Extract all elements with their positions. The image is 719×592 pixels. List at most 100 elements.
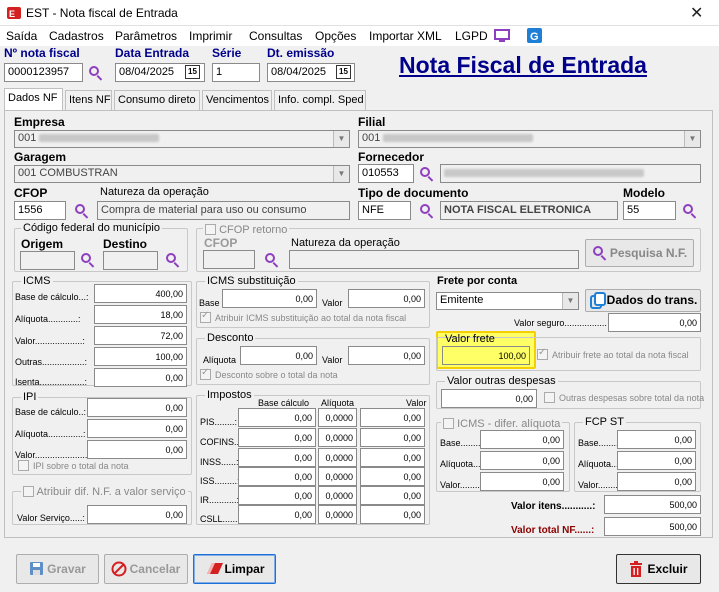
icms-dif-base-input[interactable]: 0,00 — [480, 430, 564, 449]
tab-consumo-direto[interactable]: Consumo direto — [114, 90, 200, 110]
icms-isenta-input[interactable]: 0,00 — [94, 368, 187, 387]
tab-dados-nf[interactable]: Dados NF — [4, 88, 63, 110]
pis-valor-input[interactable]: 0,00 — [360, 408, 425, 427]
menu-cadastros[interactable]: Cadastros — [49, 29, 104, 43]
cofins-valor-input[interactable]: 0,00 — [360, 428, 425, 447]
outras-despesas-checkbox[interactable] — [544, 392, 555, 403]
municipio-title: Código federal do município — [21, 222, 162, 234]
menu-importar-xml[interactable]: Importar XML — [369, 29, 442, 43]
iss-aliquota-input[interactable]: 0,0000 — [318, 467, 357, 486]
iss-base-input[interactable]: 0,00 — [238, 467, 316, 486]
search-icon[interactable] — [419, 203, 435, 219]
valor-frete-input[interactable]: 100,00 — [442, 346, 530, 365]
search-icon[interactable] — [80, 252, 96, 268]
gravar-button[interactable]: Gravar — [16, 554, 99, 584]
cfop-retorno-title: CFOP retorno — [203, 222, 290, 236]
search-icon[interactable] — [419, 166, 435, 182]
fcp-valor-input[interactable]: 0,00 — [617, 472, 696, 491]
tab-vencimentos[interactable]: Vencimentos — [202, 90, 272, 110]
ipi-valor-input[interactable]: 0,00 — [87, 440, 187, 459]
search-icon[interactable] — [74, 203, 90, 219]
modelo-input[interactable]: 55 — [623, 201, 676, 220]
iss-valor-input[interactable]: 0,00 — [360, 467, 425, 486]
cfop-retorno-checkbox[interactable] — [205, 224, 216, 235]
menu-opcoes[interactable]: Opções — [315, 29, 356, 43]
nota-input[interactable]: 0000123957 — [4, 63, 83, 82]
chevron-down-icon[interactable]: ▼ — [333, 166, 349, 182]
icms-valor-input[interactable]: 72,00 — [94, 326, 187, 345]
search-icon[interactable] — [165, 252, 181, 268]
inss-valor-input[interactable]: 0,00 — [360, 448, 425, 467]
empresa-select[interactable]: 001 ▼ — [14, 130, 350, 148]
menu-lgpd[interactable]: LGPD — [455, 29, 488, 43]
g-app-icon[interactable]: G — [527, 28, 542, 46]
pis-aliquota-input[interactable]: 0,0000 — [318, 408, 357, 427]
frete-checkbox[interactable] — [537, 347, 548, 360]
icms-outras-input[interactable]: 100,00 — [94, 347, 187, 366]
excluir-button[interactable]: Excluir — [616, 554, 701, 584]
inss-aliquota-input[interactable]: 0,0000 — [318, 448, 357, 467]
chevron-down-icon[interactable]: ▼ — [562, 293, 578, 309]
frete-select[interactable]: Emitente ▼ — [436, 292, 579, 310]
cancelar-label: Cancelar — [129, 562, 181, 576]
pesquisa-nf-button[interactable]: Pesquisa N.F. — [585, 239, 694, 267]
icms-st-valor-input[interactable]: 0,00 — [348, 289, 425, 308]
icms-base-input[interactable]: 400,00 — [94, 284, 187, 303]
ipi-base-input[interactable]: 0,00 — [87, 398, 187, 417]
valor-servico-label: Valor Serviço.....: — [17, 513, 85, 523]
search-icon[interactable] — [682, 203, 698, 219]
ir-aliquota-input[interactable]: 0,0000 — [318, 486, 357, 505]
icms-dif-valor-input[interactable]: 0,00 — [480, 472, 564, 491]
monitor-icon[interactable] — [494, 29, 510, 46]
outras-despesas-input[interactable]: 0,00 — [441, 389, 537, 408]
tab-info-compl-sped[interactable]: Info. compl. Sped — [274, 90, 366, 110]
icms-dif-aliquota-input[interactable]: 0,00 — [480, 451, 564, 470]
calendar-icon[interactable]: 15 — [336, 65, 351, 79]
icms-dif-checkbox[interactable] — [443, 418, 454, 429]
pis-base-input[interactable]: 0,00 — [238, 408, 316, 427]
ir-base-input[interactable]: 0,00 — [238, 486, 316, 505]
limpar-button[interactable]: Limpar — [193, 554, 276, 584]
cofins-aliquota-input[interactable]: 0,0000 — [318, 428, 357, 447]
tipo-doc-input[interactable]: NFE — [358, 201, 411, 220]
icms-st-checkbox[interactable] — [200, 310, 211, 323]
valor-servico-input[interactable]: 0,00 — [87, 505, 187, 524]
close-icon[interactable]: ✕ — [690, 3, 703, 23]
dados-trans-button[interactable]: Dados do trans. — [585, 289, 701, 312]
outras-check-label: Outras despesas sobre total da nota — [559, 393, 705, 403]
csll-valor-input[interactable]: 0,00 — [360, 505, 425, 524]
valor-seguro-input[interactable]: 0,00 — [608, 313, 701, 332]
icms-st-base-input[interactable]: 0,00 — [222, 289, 317, 308]
desconto-aliquota-input[interactable]: 0,00 — [240, 346, 317, 365]
cancelar-button[interactable]: Cancelar — [104, 554, 188, 584]
fcp-aliquota-input[interactable]: 0,00 — [617, 451, 696, 470]
inss-base-input[interactable]: 0,00 — [238, 448, 316, 467]
ipi-checkbox[interactable] — [18, 460, 29, 471]
calendar-icon[interactable]: 15 — [185, 65, 200, 79]
csll-aliquota-input[interactable]: 0,0000 — [318, 505, 357, 524]
filial-select[interactable]: 001 ▼ — [358, 130, 701, 148]
menu-saida[interactable]: Saída — [6, 29, 37, 43]
tab-itens-nf[interactable]: Itens NF — [65, 90, 112, 110]
ipi-aliquota-input[interactable]: 0,00 — [87, 419, 187, 438]
garagem-select[interactable]: 001 COMBUSTRAN ▼ — [14, 165, 350, 183]
chevron-down-icon[interactable]: ▼ — [684, 131, 700, 147]
desconto-valor-input[interactable]: 0,00 — [348, 346, 425, 365]
fornecedor-input[interactable]: 010553 — [358, 164, 414, 183]
fornecedor-label: Fornecedor — [358, 150, 425, 164]
search-icon[interactable] — [264, 252, 280, 268]
csll-base-input[interactable]: 0,00 — [238, 505, 316, 524]
cofins-base-input[interactable]: 0,00 — [238, 428, 316, 447]
serie-input[interactable]: 1 — [212, 63, 260, 82]
menu-imprimir[interactable]: Imprimir — [189, 29, 232, 43]
fcp-base-input[interactable]: 0,00 — [617, 430, 696, 449]
menu-parametros[interactable]: Parâmetros — [115, 29, 177, 43]
menu-consultas[interactable]: Consultas — [249, 29, 302, 43]
search-icon[interactable] — [88, 65, 104, 81]
icms-aliquota-input[interactable]: 18,00 — [94, 305, 187, 324]
cfop-input[interactable]: 1556 — [14, 201, 66, 220]
chevron-down-icon[interactable]: ▼ — [333, 131, 349, 147]
ir-valor-input[interactable]: 0,00 — [360, 486, 425, 505]
atribuir-dif-checkbox[interactable] — [23, 486, 34, 497]
desconto-checkbox[interactable] — [200, 367, 211, 380]
